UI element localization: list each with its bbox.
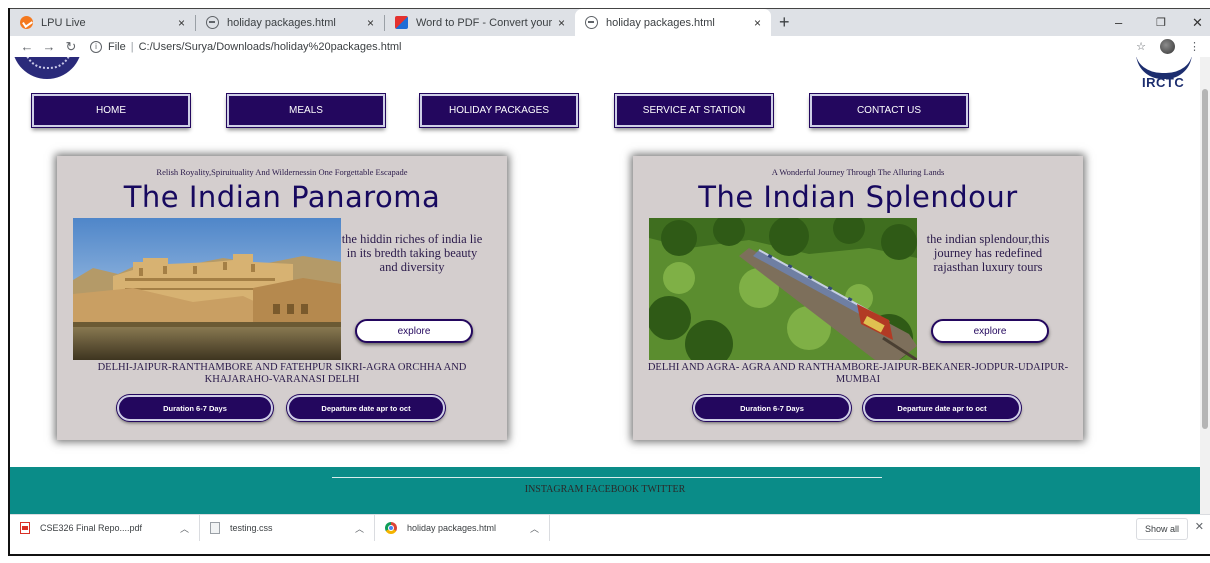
scrollbar-thumb[interactable]	[1202, 89, 1208, 429]
page-viewport: IRCTC HOME MEALS HOLIDAY PACKAGES SERVIC…	[10, 57, 1200, 514]
package-route: DELHI AND AGRA- AGRA AND RANTHAMBORE-JAI…	[647, 362, 1069, 385]
url-scheme: File	[108, 40, 126, 53]
chevron-up-icon[interactable]: ︿	[180, 522, 189, 535]
download-filename: CSE326 Final Repo....pdf	[40, 523, 143, 533]
package-title: The Indian Splendour	[698, 180, 1018, 214]
tab-holiday-packages[interactable]: holiday packages.html ×	[196, 9, 384, 36]
tab-holiday-packages-active[interactable]: holiday packages.html ×	[575, 9, 771, 36]
duration-button[interactable]: Duration 6-7 Days	[693, 395, 851, 421]
download-filename: testing.css	[230, 523, 273, 533]
globe-icon	[585, 16, 598, 29]
irctc-logo[interactable]: IRCTC	[1128, 57, 1200, 101]
download-item-pdf[interactable]: CSE326 Final Repo....pdf ︿	[10, 515, 200, 541]
window-border-bottom	[8, 554, 1210, 556]
window-border-top	[8, 8, 1210, 9]
package-tagline: Relish Royality,Spiruituality And Wilder…	[156, 167, 408, 177]
window-top-edge	[0, 0, 1210, 8]
package-route: DELHI-JAIPUR-RANTHAMBORE AND FATEHPUR SI…	[97, 362, 467, 385]
menu-dots-icon[interactable]: ⋮	[1189, 40, 1200, 53]
tab-title: holiday packages.html	[606, 16, 715, 29]
new-tab-button[interactable]: +	[779, 12, 790, 33]
tab-title: holiday packages.html	[227, 16, 336, 29]
tab-word-to-pdf[interactable]: Word to PDF - Convert your DOC ×	[385, 9, 575, 36]
departure-button[interactable]: Departure date apr to oct	[287, 395, 445, 421]
url-divider: |	[130, 40, 134, 53]
maximize-button[interactable]: ❐	[1156, 9, 1166, 36]
css-file-icon	[210, 522, 220, 534]
logo-text: IRCTC	[1142, 75, 1185, 90]
nav-contact-us[interactable]: CONTACT US	[810, 94, 968, 127]
back-arrow-icon[interactable]: ←	[16, 39, 38, 54]
reload-icon[interactable]: ↻	[60, 39, 82, 55]
fort-photo	[73, 218, 341, 360]
emblem-logo	[12, 57, 82, 79]
browser-tab-strip: LPU Live × holiday packages.html × Word …	[10, 9, 1210, 36]
url-text: C:/Users/Surya/Downloads/holiday%20packa…	[138, 40, 402, 53]
tab-title: Word to PDF - Convert your DOC	[416, 16, 552, 29]
globe-icon	[206, 16, 219, 29]
departure-button[interactable]: Departure date apr to oct	[863, 395, 1021, 421]
chevron-up-icon[interactable]: ︿	[355, 522, 364, 535]
download-item-html[interactable]: holiday packages.html ︿	[375, 515, 550, 541]
close-icon[interactable]: ×	[178, 16, 185, 30]
nav-home[interactable]: HOME	[32, 94, 190, 127]
vertical-scrollbar[interactable]	[1200, 57, 1210, 514]
chevron-up-icon[interactable]: ︿	[530, 522, 539, 535]
close-icon[interactable]: ×	[367, 16, 374, 30]
download-item-css[interactable]: testing.css ︿	[200, 515, 375, 541]
package-card-panaroma: Relish Royality,Spiruituality And Wilder…	[57, 156, 507, 440]
address-bar: ← → ↻ i File | C:/Users/Surya/Downloads/…	[10, 36, 1210, 58]
tab-lpu-live[interactable]: LPU Live ×	[10, 9, 195, 36]
info-icon[interactable]: i	[90, 40, 102, 53]
forward-arrow-icon[interactable]: →	[38, 39, 60, 54]
package-description: the hiddin riches of india lie in its br…	[341, 232, 483, 274]
package-description: the indian splendour,this journey has re…	[926, 232, 1050, 274]
close-icon[interactable]: ×	[754, 16, 761, 30]
duration-button[interactable]: Duration 6-7 Days	[117, 395, 273, 421]
close-icon[interactable]: ✕	[1195, 520, 1204, 533]
explore-button[interactable]: explore	[931, 319, 1049, 343]
download-filename: holiday packages.html	[407, 523, 497, 533]
package-title: The Indian Panaroma	[123, 180, 441, 214]
pdf-file-icon	[20, 522, 30, 534]
profile-avatar-icon[interactable]	[1160, 39, 1175, 54]
toolbar-right: ☆ ⋮	[1136, 36, 1200, 57]
window-close-button[interactable]: ✕	[1192, 9, 1203, 36]
social-links[interactable]: INSTAGRAM FACEBOOK TWITTER	[10, 484, 1200, 495]
ilovepdf-icon	[395, 16, 408, 29]
train-photo	[649, 218, 917, 360]
window-border-left	[8, 8, 10, 556]
minimize-button[interactable]: –	[1115, 9, 1122, 36]
url-field[interactable]: i File | C:/Users/Surya/Downloads/holida…	[90, 40, 402, 53]
nav-service-at-station[interactable]: SERVICE AT STATION	[615, 94, 773, 127]
bookmark-star-icon[interactable]: ☆	[1136, 40, 1146, 53]
page-footer: INSTAGRAM FACEBOOK TWITTER	[10, 467, 1200, 514]
explore-button[interactable]: explore	[355, 319, 473, 343]
package-card-splendour: A Wonderful Journey Through The Alluring…	[633, 156, 1083, 440]
chrome-file-icon	[385, 522, 397, 534]
nav-meals[interactable]: MEALS	[227, 94, 385, 127]
package-tagline: A Wonderful Journey Through The Alluring…	[771, 167, 945, 177]
show-all-button[interactable]: Show all	[1135, 518, 1188, 540]
tab-title: LPU Live	[41, 16, 86, 29]
download-shelf: CSE326 Final Repo....pdf ︿ testing.css ︿…	[10, 514, 1210, 541]
lpu-icon	[20, 16, 33, 29]
nav-holiday-packages[interactable]: HOLIDAY PACKAGES	[420, 94, 578, 127]
close-icon[interactable]: ×	[558, 16, 565, 30]
footer-divider	[332, 477, 882, 478]
